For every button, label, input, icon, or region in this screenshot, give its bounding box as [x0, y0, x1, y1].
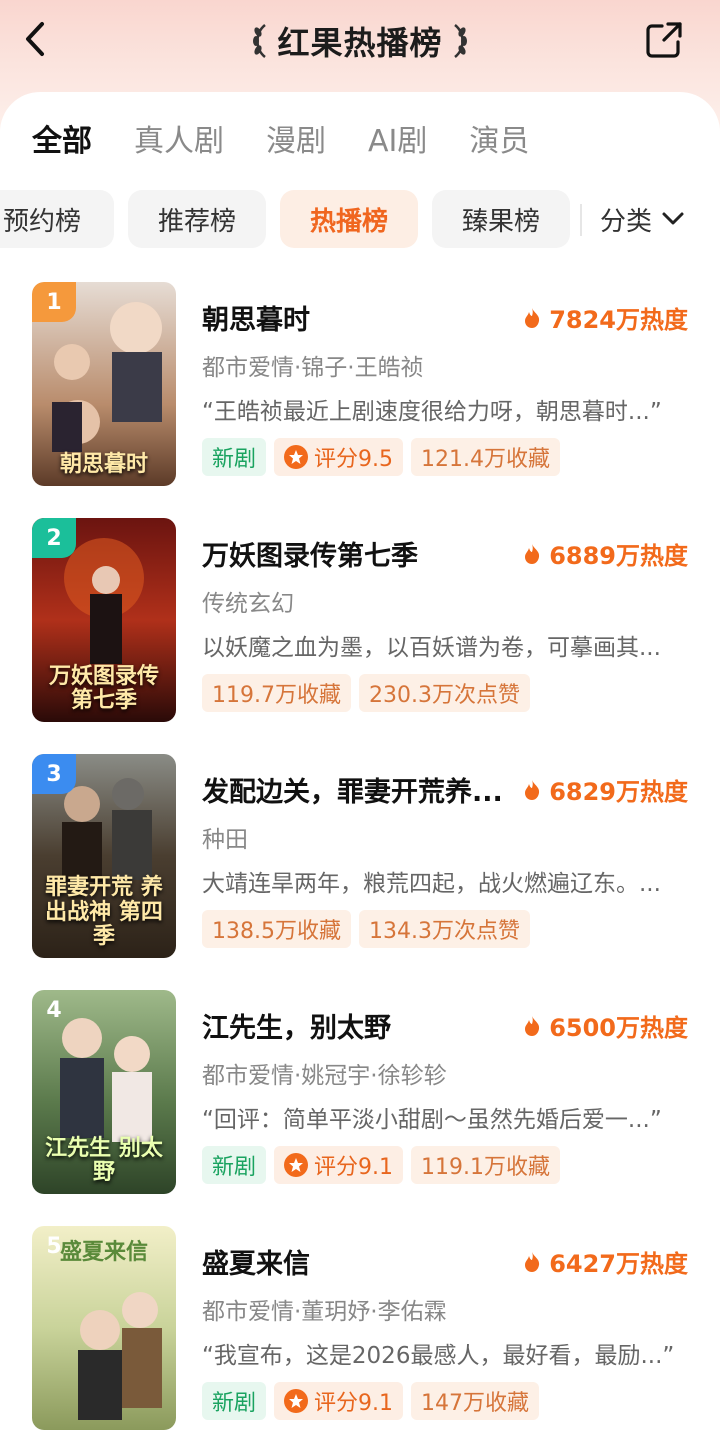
- poster-title-art: 罪妻开荒 养出战神 第四季: [45, 874, 163, 949]
- poster-image: 5 盛夏来信: [32, 1226, 176, 1430]
- drama-title: 发配边关，罪妻开荒养...: [202, 777, 503, 808]
- rank-badge: 4: [46, 997, 62, 1023]
- category-label: 分类: [600, 206, 653, 237]
- chip-hot[interactable]: 热播榜: [280, 190, 418, 248]
- drama-title: 江先生，别太野: [202, 1013, 391, 1044]
- tab-actors[interactable]: 演员: [469, 120, 529, 164]
- tab-all[interactable]: 全部: [32, 120, 92, 164]
- list-item[interactable]: 2 万妖图录传 第七季 万妖图录传第七季 6889万热度 传统玄幻 以妖魔之血为…: [0, 518, 720, 728]
- list-item[interactable]: 1 朝思暮时 朝思暮时 7824万热度 都市爱情·锦子·王皓祯 “王皓祯最近上剧…: [0, 282, 720, 492]
- drama-description: “回评：简单平淡小甜剧～虽然先婚后爱一...”: [202, 1107, 662, 1133]
- heat-value: 7824万热度: [549, 306, 688, 334]
- flame-icon: [525, 307, 540, 328]
- chip-premium[interactable]: 臻果榜: [432, 190, 570, 248]
- drama-description: 以妖魔之血为墨，以百妖谱为卷，可摹画其...: [202, 635, 661, 661]
- rank-badge: 2: [32, 518, 76, 558]
- drama-meta: 种田: [202, 827, 248, 853]
- tag-favorites: 147万收藏: [411, 1382, 540, 1420]
- chevron-down-icon: [662, 212, 684, 225]
- tab-live-action[interactable]: 真人剧: [134, 120, 224, 164]
- score-label: 评分9.5: [314, 447, 394, 472]
- poster-image: 1 朝思暮时: [32, 282, 176, 486]
- heat-score: 6889万热度: [523, 536, 688, 571]
- category-dropdown[interactable]: 分类: [600, 190, 686, 248]
- score-label: 评分9.1: [314, 1391, 394, 1416]
- star-icon: [284, 1389, 309, 1413]
- chip-reservation[interactable]: 预约榜: [0, 190, 114, 248]
- drama-description: “王皓祯最近上剧速度很给力呀，朝思暮时...”: [202, 399, 662, 425]
- flame-icon: [525, 779, 540, 800]
- drama-meta: 都市爱情·董玥妤·李佑霖: [202, 1299, 447, 1325]
- poster-title-art: 万妖图录传 第七季: [48, 662, 159, 713]
- tag-new: 新剧: [202, 1146, 267, 1184]
- tag-new: 新剧: [202, 438, 267, 476]
- drama-title: 盛夏来信: [202, 1249, 310, 1280]
- tag-row: 新剧 评分9.1 147万收藏: [202, 1382, 540, 1420]
- poster-image: 3 罪妻开荒 养出战神 第四季: [32, 754, 176, 958]
- tag-score: 评分9.5: [274, 438, 404, 476]
- share-button[interactable]: [642, 18, 686, 62]
- drama-meta: 都市爱情·锦子·王皓祯: [202, 355, 424, 381]
- page-title-group: 红果热播榜: [0, 16, 720, 66]
- tag-new: 新剧: [202, 1382, 267, 1420]
- type-tabs: 全部 真人剧 漫剧 AI剧 演员: [32, 120, 571, 164]
- chip-divider: [580, 204, 582, 236]
- laurel-left-icon: [253, 24, 267, 58]
- rank-badge: 1: [32, 282, 76, 322]
- poster-title-art: 江先生 别太野: [45, 1134, 163, 1185]
- tag-row: 新剧 评分9.5 121.4万收藏: [202, 438, 560, 476]
- drama-description: 大靖连旱两年，粮荒四起，战火燃遍辽东。...: [202, 871, 661, 897]
- drama-meta: 都市爱情·姚冠宇·徐轸轸: [202, 1063, 447, 1089]
- drama-title: 朝思暮时: [202, 305, 310, 336]
- poster-title-art: 盛夏来信: [59, 1239, 148, 1265]
- heat-value: 6889万热度: [549, 542, 688, 570]
- poster-title-art: 朝思暮时: [59, 450, 148, 477]
- flame-icon: [525, 1015, 540, 1036]
- poster-image: 4 江先生 别太野: [32, 990, 176, 1194]
- flame-icon: [525, 1251, 540, 1272]
- drama-title: 万妖图录传第七季: [202, 541, 418, 572]
- ranking-chips: 预约榜 推荐榜 热播榜 臻果榜 分类: [0, 190, 720, 250]
- tag-score: 评分9.1: [274, 1146, 404, 1184]
- tag-favorites: 119.1万收藏: [411, 1146, 560, 1184]
- poster-image: 2 万妖图录传 第七季: [32, 518, 176, 722]
- star-icon: [284, 445, 309, 469]
- laurel-right-icon: [453, 24, 467, 58]
- drama-meta: 传统玄幻: [202, 591, 294, 617]
- chip-recommend[interactable]: 推荐榜: [128, 190, 266, 248]
- heat-value: 6427万热度: [549, 1250, 688, 1278]
- share-icon: [646, 22, 682, 58]
- page-title: 红果热播榜: [277, 24, 443, 62]
- tag-row: 新剧 评分9.1 119.1万收藏: [202, 1146, 560, 1184]
- tag-likes: 134.3万次点赞: [358, 910, 530, 948]
- tag-favorites: 138.5万收藏: [202, 910, 351, 948]
- tag-favorites: 119.7万收藏: [202, 674, 351, 712]
- heat-score: 6829万热度: [523, 772, 688, 807]
- star-icon: [284, 1153, 309, 1177]
- flame-icon: [525, 543, 540, 564]
- tag-score: 评分9.1: [274, 1382, 404, 1420]
- score-label: 评分9.1: [314, 1155, 394, 1180]
- drama-description: “我宣布，这是2026最感人，最好看，最励...”: [202, 1343, 675, 1369]
- tag-row: 119.7万收藏 230.3万次点赞: [202, 674, 530, 712]
- tab-comic[interactable]: 漫剧: [266, 120, 326, 164]
- tag-favorites: 121.4万收藏: [411, 438, 560, 476]
- tab-ai[interactable]: AI剧: [368, 120, 427, 164]
- heat-score: 7824万热度: [523, 300, 688, 335]
- heat-value: 6500万热度: [549, 1014, 688, 1042]
- heat-value: 6829万热度: [549, 778, 688, 806]
- rank-badge: 3: [32, 754, 76, 794]
- top-bar: 红果热播榜: [0, 0, 720, 86]
- heat-score: 6427万热度: [523, 1244, 688, 1279]
- list-item[interactable]: 4 江先生 别太野 江先生，别太野 6500万热度 都市爱情·姚冠宇·徐轸轸 “…: [0, 990, 720, 1200]
- heat-score: 6500万热度: [523, 1008, 688, 1043]
- list-item[interactable]: 3 罪妻开荒 养出战神 第四季 发配边关，罪妻开荒养... 6829万热度 种田…: [0, 754, 720, 964]
- list-item[interactable]: 5 盛夏来信 盛夏来信 6427万热度 都市爱情·董玥妤·李佑霖 “我宣布，这是…: [0, 1226, 720, 1436]
- tag-row: 138.5万收藏 134.3万次点赞: [202, 910, 530, 948]
- tag-likes: 230.3万次点赞: [358, 674, 530, 712]
